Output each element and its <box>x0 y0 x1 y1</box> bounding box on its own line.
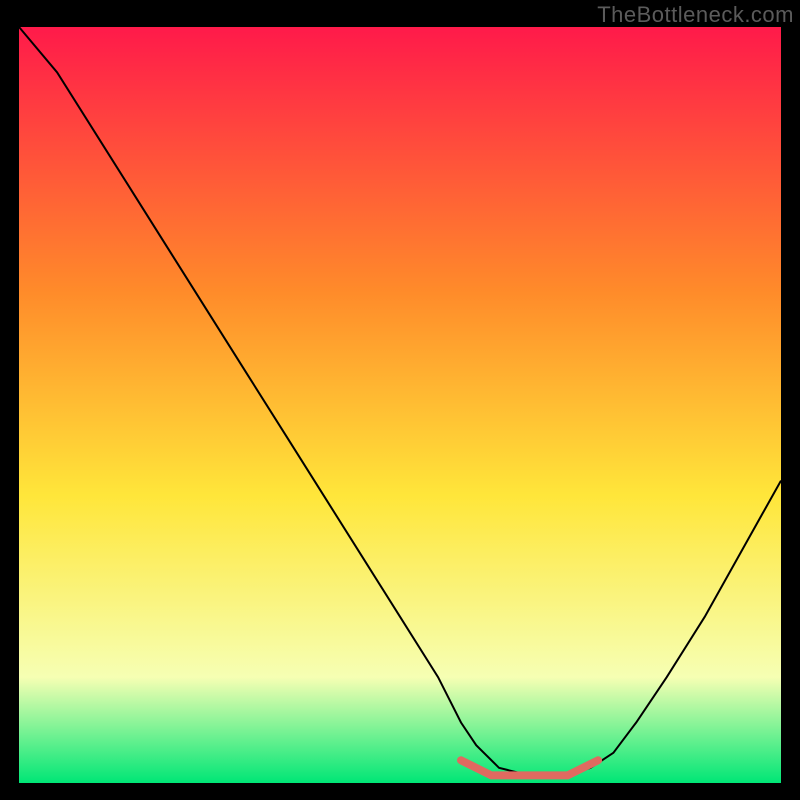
curve-layer <box>19 27 781 783</box>
bottleneck-curve <box>19 27 781 775</box>
optimal-range-marker <box>461 760 598 775</box>
plot-area <box>19 27 781 783</box>
watermark-text: TheBottleneck.com <box>597 2 794 28</box>
chart-frame: TheBottleneck.com <box>0 0 800 800</box>
